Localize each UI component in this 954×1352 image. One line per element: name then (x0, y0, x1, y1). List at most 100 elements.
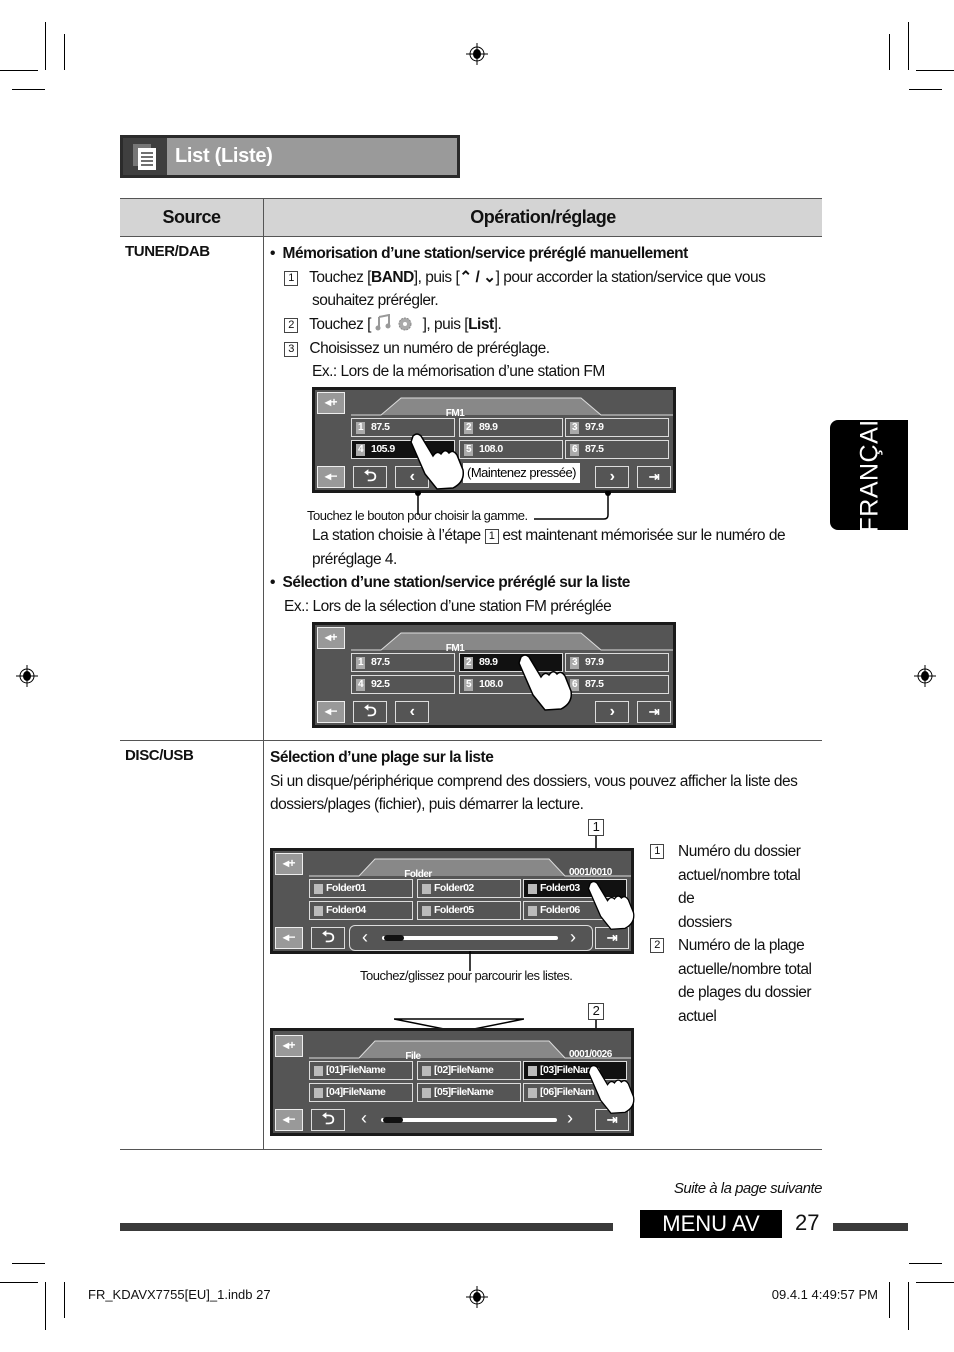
volume-down-button[interactable]: ◂− (317, 466, 345, 488)
volume-down-button[interactable]: ◂− (275, 1109, 303, 1131)
crop-mark (909, 1263, 942, 1264)
marker-1: 1 (588, 819, 604, 836)
folder-icon (528, 883, 537, 894)
scroll-right-icon[interactable]: › (570, 926, 576, 948)
header-source: Source (120, 199, 264, 236)
crop-mark (908, 1282, 909, 1330)
preset-button[interactable]: 4 92.5 (351, 675, 455, 694)
next-button[interactable]: › (595, 466, 629, 488)
folder-icon (422, 905, 431, 916)
marker-2: 2 (588, 1003, 604, 1020)
preset-number: 2 (464, 656, 473, 669)
crop-mark (916, 1282, 954, 1283)
scroll-thumb[interactable] (383, 1117, 403, 1123)
prev-button[interactable]: ‹ (395, 701, 429, 723)
step-3: 3 Choisissez un numéro de préréglage. (284, 337, 550, 361)
item-label: [04]FileName (326, 1085, 386, 1098)
item-label: Folder02 (434, 881, 474, 894)
folder-item[interactable]: Folder02 (417, 879, 521, 898)
header-operation: Opération/réglage (470, 207, 616, 227)
item-label: [05]FileName (434, 1085, 494, 1098)
volume-down-button[interactable]: ◂− (317, 701, 345, 723)
tab-frame (351, 397, 673, 416)
crop-mark (889, 1282, 890, 1318)
scroll-bar[interactable]: ‹ › (349, 925, 593, 951)
folder-icon (314, 883, 323, 894)
file-item[interactable]: [05]FileName (417, 1083, 521, 1102)
page-number: 27 (795, 1210, 820, 1235)
scroll-left-icon[interactable]: ‹ (362, 926, 368, 948)
language-label: FRANÇAIS (855, 402, 884, 533)
scroll-right-icon[interactable]: › (567, 1107, 573, 1129)
crop-mark (64, 1282, 65, 1318)
disc-desc: Si un disque/périphérique comprend des d… (270, 773, 798, 790)
file-item[interactable]: [01]FileName (309, 1061, 413, 1080)
volume-up-button[interactable]: ◂+ (317, 627, 345, 649)
preset-button[interactable]: 1 87.5 (351, 653, 455, 672)
folder-icon (422, 883, 431, 894)
crop-mark (916, 70, 954, 71)
preset-button[interactable]: 3 97.9 (565, 653, 669, 672)
item-label: Folder01 (326, 881, 366, 894)
print-slug-left: FR_KDAVX7755[EU]_1.indb 27 (88, 1287, 271, 1302)
disc-desc-cont: dossiers/plages (fichier), puis démarrer… (270, 796, 584, 813)
music-file-icon (528, 1087, 537, 1098)
preset-frequency: 87.5 (371, 420, 390, 433)
scroll-track[interactable] (381, 1118, 557, 1122)
tuner-operations: • Mémorisation d’une station/service pré… (264, 237, 822, 740)
registration-mark-icon (466, 43, 488, 65)
volume-up-button[interactable]: ◂+ (317, 392, 345, 414)
preset-button[interactable]: 6 87.5 (565, 440, 669, 459)
back-button[interactable]: ⮌ (353, 466, 387, 488)
section-title: List (Liste) (167, 138, 457, 175)
legend-item: 1 Numéro du dossier actuel/nombre total d… (650, 840, 820, 934)
exit-button[interactable]: ⇥ (637, 701, 671, 723)
hand-pointer-icon (518, 654, 573, 711)
next-button[interactable]: › (595, 701, 629, 723)
tuner-heading-manual: • Mémorisation d’une station/service pré… (270, 245, 688, 262)
scroll-thumb[interactable] (384, 935, 404, 941)
crop-mark (908, 22, 909, 70)
preset-button[interactable]: 5 108.0 (459, 440, 563, 459)
scroll-bar[interactable]: ‹ › (353, 1107, 589, 1131)
preset-number: 3 (570, 421, 579, 434)
preset-frequency: 97.9 (585, 655, 604, 668)
volume-down-button[interactable]: ◂− (275, 927, 303, 949)
continued-note: Suite à la page suivante (673, 1180, 823, 1197)
table-header: Source Opération/réglage (120, 198, 822, 237)
language-tab: FRANÇAIS (830, 402, 908, 533)
music-settings-icon (375, 313, 412, 331)
scroll-left-icon[interactable]: ‹ (361, 1107, 367, 1129)
volume-up-button[interactable]: ◂+ (275, 1035, 303, 1057)
volume-up-button[interactable]: ◂+ (275, 853, 303, 875)
exit-button[interactable]: ⇥ (637, 466, 671, 488)
music-file-icon (422, 1065, 431, 1076)
preset-button[interactable]: 2 89.9 (459, 418, 563, 437)
preset-frequency: 105.9 (371, 442, 395, 455)
crop-mark (12, 89, 45, 90)
item-label: [02]FileName (434, 1063, 494, 1076)
preset-button[interactable]: 3 97.9 (565, 418, 669, 437)
scroll-track[interactable] (382, 936, 558, 940)
crop-mark (0, 70, 38, 71)
back-button[interactable]: ⮌ (353, 701, 387, 723)
crop-mark (64, 34, 65, 70)
preset-frequency: 89.9 (479, 655, 498, 668)
folder-item[interactable]: Folder05 (417, 901, 521, 920)
print-slug-right: 09.4.1 4:49:57 PM (771, 1287, 878, 1302)
registration-mark-icon (914, 665, 936, 687)
preset-number: 1 (356, 656, 365, 669)
back-button[interactable]: ⮌ (311, 1109, 345, 1131)
folder-item[interactable]: Folder01 (309, 879, 413, 898)
file-item[interactable]: [02]FileName (417, 1061, 521, 1080)
item-label: Folder03 (540, 881, 580, 894)
preset-button[interactable]: 6 87.5 (565, 675, 669, 694)
folder-item[interactable]: Folder04 (309, 901, 413, 920)
file-item[interactable]: [04]FileName (309, 1083, 413, 1102)
hand-pointer-icon (410, 433, 465, 490)
preset-frequency: 87.5 (585, 677, 604, 690)
back-button[interactable]: ⮌ (311, 927, 345, 949)
preset-frequency: 92.5 (371, 677, 390, 690)
menu-av-label: MENU AV (640, 1210, 782, 1238)
item-label: Folder04 (326, 903, 366, 916)
